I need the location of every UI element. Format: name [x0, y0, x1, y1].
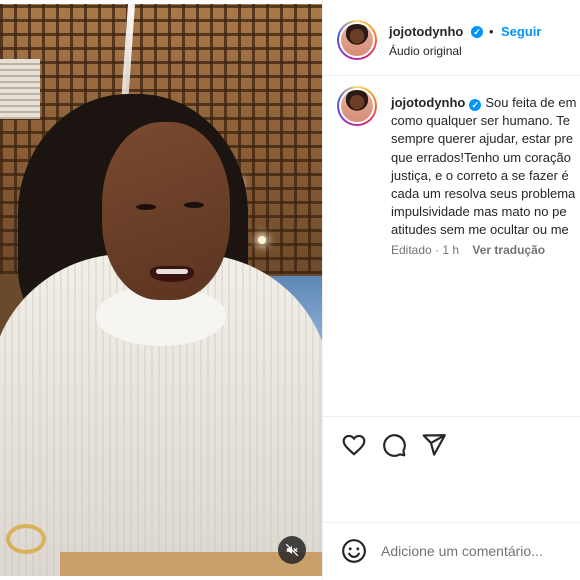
header-username[interactable]: jojotodynho — [389, 24, 463, 39]
post-header: jojotodynho ✓ • Seguir Áudio original — [323, 4, 580, 76]
verified-badge-icon: ✓ — [469, 99, 482, 111]
avatar-image — [339, 22, 375, 58]
edited-label: Editado — [391, 243, 432, 257]
comment-bar — [323, 522, 580, 578]
caption-line: justiça, e o correto a se fazer é — [391, 167, 569, 183]
ceiling-light — [258, 236, 266, 244]
verified-badge-icon: ✓ — [471, 26, 483, 38]
avatar[interactable] — [337, 20, 377, 60]
post-caption: jojotodynho ✓ Sou feita de em como qualque… — [391, 94, 580, 240]
person-eye — [184, 202, 204, 208]
person-mouth — [150, 266, 194, 282]
caption-meta: Editado · 1 h Ver tradução — [391, 243, 545, 257]
caption-line: impulsividade mas mato no pe — [391, 204, 567, 220]
caption-avatar[interactable] — [337, 86, 377, 126]
caption-line: cada um resolva seus problema — [391, 186, 576, 202]
instagram-post-view: jojotodynho ✓ • Seguir Áudio original jo… — [0, 0, 580, 580]
caption-line: como qualquer ser humano. Te — [391, 113, 570, 129]
post-side-panel: jojotodynho ✓ • Seguir Áudio original jo… — [322, 0, 580, 580]
emoji-icon[interactable] — [341, 538, 367, 564]
heart-icon[interactable] — [341, 432, 367, 458]
caption-line: Sou feita de em — [485, 95, 577, 110]
mute-toggle-button[interactable] — [278, 536, 306, 564]
person-eye — [136, 204, 156, 210]
person-bracelet — [6, 524, 46, 554]
speaker-muted-icon — [285, 543, 299, 557]
video-background-vent — [0, 59, 40, 119]
comment-icon[interactable] — [381, 432, 407, 458]
post-time[interactable]: 1 h — [442, 243, 459, 257]
follow-button[interactable]: Seguir — [501, 24, 541, 39]
caption-line: que errados!Tenho um coração — [391, 149, 571, 165]
post-actions — [323, 416, 580, 472]
comment-input[interactable] — [381, 541, 580, 561]
avatar-image — [339, 88, 375, 124]
meta-separator: · — [431, 243, 443, 257]
see-translation-link[interactable]: Ver tradução — [472, 243, 545, 257]
header-separator: • — [489, 24, 494, 39]
caption-username[interactable]: jojotodynho — [391, 95, 465, 110]
post-video[interactable] — [0, 4, 322, 576]
audio-label[interactable]: Áudio original — [389, 44, 462, 58]
caption-line: atitudes sem me ocultar ou me — [391, 222, 569, 238]
share-icon[interactable] — [421, 432, 447, 458]
caption-line: sempre querer ajudar, estar pre — [391, 131, 574, 147]
